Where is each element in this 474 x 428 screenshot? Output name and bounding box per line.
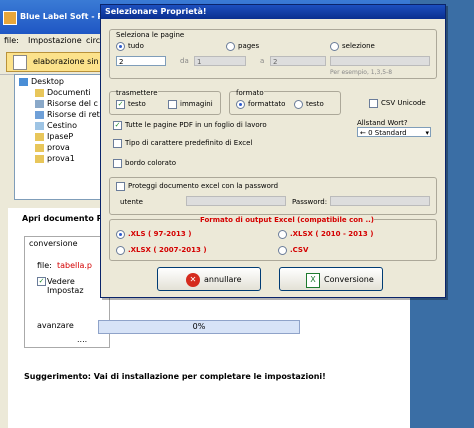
csv-unicode-checkbox[interactable] [369,99,378,108]
password-input[interactable] [330,196,430,206]
radio-tudo-label: tudo [128,42,144,50]
cancel-label: annullare [204,275,242,284]
dialog-titlebar: Selezionare Proprietà! [101,5,445,19]
tree-item-prova[interactable]: prova [35,143,70,152]
tree-item-prova1[interactable]: prova1 [35,154,75,163]
tree-item-desktop[interactable]: Desktop [19,77,64,86]
desktop-icon [19,77,28,86]
properties-dialog: Selezionare Proprietà! Seleziona le pagi… [100,4,446,298]
selezione-input[interactable] [330,56,430,66]
formato-title: formato [236,89,264,97]
xlsx-2007-label: .XLSX ( 2007-2013 ) [128,246,207,254]
tree-item-risorse-computer[interactable]: Risorse del c [35,99,98,108]
close-icon: ✕ [186,273,200,287]
excel-icon: X [306,273,320,288]
trasmettere-title: trasmettere [116,89,158,97]
radio-pages[interactable] [226,42,235,51]
radio-tudo[interactable] [116,42,125,51]
password-label: Password: [292,198,328,206]
format-title: Formato di output Excel (compatibile con… [200,216,374,224]
radio-formattato[interactable] [236,100,245,109]
formattato-label: formattato [248,100,286,108]
elaborazione-button[interactable]: elaborazione sin [6,52,106,72]
radio-xlsx-2010[interactable] [278,230,287,239]
recycle-bin-icon [35,121,44,130]
xls-label: .XLS ( 97-2013 ) [128,230,192,238]
testo-formato-label: testo [306,100,324,108]
folder-icon [35,88,44,97]
tree-item-risorse-rete[interactable]: Risorse di ret [35,110,100,119]
convert-label: Conversione [324,275,374,284]
colored-border-checkbox[interactable] [113,159,122,168]
ellipsis-text: .... [77,335,88,344]
radio-selezione-label: selezione [342,42,375,50]
computer-icon [35,99,44,108]
page-count-input[interactable]: 2 [116,56,166,66]
excel-format-group: Formato di output Excel (compatibile con… [109,216,437,261]
trasmettere-group: trasmettere ✓ testo immagini [109,89,221,115]
user-input[interactable] [186,196,286,206]
document-icon [13,55,27,70]
immagini-checkbox[interactable] [168,100,177,109]
formato-group: formato formattato testo [229,89,341,115]
protect-label: Proteggi documento excel con la password [128,182,279,190]
network-icon [35,110,44,119]
all-pages-label: Tutte le pagine PDF in un foglio di lavo… [125,121,267,129]
elaborazione-label: elaborazione sin [33,57,99,66]
colored-border-label: bordo colorato [125,159,176,167]
a-input[interactable]: 2 [270,56,326,66]
all-pages-checkbox[interactable]: ✓ [113,121,122,130]
progress-text: 0% [192,322,206,331]
chevron-down-icon: ▾ [425,129,429,137]
csv-label: .CSV [290,246,309,254]
app-icon [3,11,17,25]
dialog-title: Selezionare Proprietà! [105,7,207,16]
excel-font-checkbox[interactable] [113,139,122,148]
menu-file[interactable]: file: [4,36,19,45]
tree-item-cestino[interactable]: Cestino [35,121,77,130]
folder-icon [35,132,44,141]
word-select[interactable]: ← 0 Standard ▾ [357,127,431,137]
file-value: tabella.p [57,261,93,270]
user-label: utente [120,198,143,206]
da-input[interactable]: 1 [194,56,246,66]
da-label: da [180,57,189,65]
cancel-button[interactable]: ✕ annullare [157,267,261,291]
csv-unicode-label: CSV Unicode [381,99,426,107]
progress-bar: 0% [98,320,300,334]
protect-checkbox[interactable] [116,182,125,191]
example-text: Per esempio, 1,3,5-8 [330,69,393,76]
group-title: conversione [29,239,78,248]
radio-csv[interactable] [278,246,287,255]
radio-selezione[interactable] [330,42,339,51]
menu-impostazione[interactable]: Impostazione [28,36,82,45]
radio-testo-formato[interactable] [294,100,303,109]
xlsx-2010-label: .XLSX ( 2010 - 2013 ) [290,230,374,238]
a-label: a [260,57,265,65]
password-group: Proteggi documento excel con la password… [109,177,437,215]
pages-group-title: Seleziona le pagine [116,31,185,39]
radio-pages-label: pages [238,42,260,50]
word-label: Allstand Wort? [357,119,408,127]
radio-xlsx-2007[interactable] [116,246,125,255]
folder-icon [35,143,44,152]
tree-item-documenti[interactable]: Documenti [35,88,91,97]
file-label: file: [37,261,52,270]
testo-label: testo [128,100,146,108]
radio-xls[interactable] [116,230,125,239]
suggestion-text: Suggerimento: Vai di installazione per c… [24,372,326,381]
convert-button[interactable]: X Conversione [279,267,383,291]
progress-label: avanzare [37,321,74,330]
pages-group: Seleziona le pagine tudo pages selezione… [109,29,437,79]
folder-icon [35,154,44,163]
excel-font-label: Tipo di carattere predefinito di Excel [125,139,253,147]
folder-tree[interactable]: Desktop Documenti Risorse del c Risorse … [14,74,108,200]
tree-item-ipasep[interactable]: IpaseP [35,132,73,141]
immagini-label: immagini [180,100,213,108]
view-settings-checkbox[interactable]: ✓ [37,277,46,286]
testo-checkbox[interactable]: ✓ [116,100,125,109]
